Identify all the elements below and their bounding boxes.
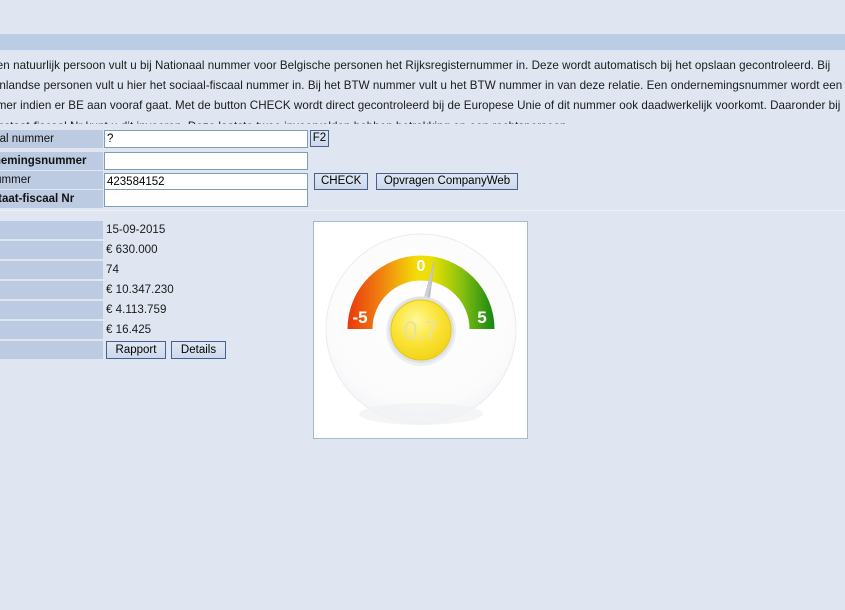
gauge-mid-label: 0 (417, 258, 426, 275)
description-text: Bij een natuurlijk persoon vult u bij Na… (0, 59, 845, 124)
input-ondernemingsnummer[interactable] (104, 152, 308, 170)
table-row: € 16.425 (0, 321, 300, 341)
header-divider-band (0, 34, 845, 50)
row-value-amount-4: € 16.425 (106, 323, 152, 336)
table-row: € 630.000 (0, 241, 300, 261)
f2-lookup-button[interactable]: F2 (310, 130, 329, 147)
table-row: € 10.347.230 (0, 281, 300, 301)
financial-data-table: 15-09-2015 € 630.000 74 € 10.347.230 € 4… (0, 221, 300, 361)
section-separator (0, 210, 845, 211)
row-value-amount-2: € 10.347.230 (106, 283, 174, 296)
row-label-cell (0, 261, 103, 279)
form-row-btw-nummer: BTW nummer CHECK Opvragen CompanyWeb (0, 171, 845, 191)
label-nationaal-nummer: Nationaal nummer (0, 130, 103, 148)
score-gauge-panel: -5 5 0 0,7 (313, 221, 528, 439)
row-label-cell (0, 321, 103, 339)
table-row: 15-09-2015 (0, 221, 300, 241)
input-nationaal-nummer[interactable] (104, 130, 308, 148)
rapport-button[interactable]: Rapport (106, 341, 166, 359)
gauge-min-label: -5 (352, 308, 367, 327)
row-label-cell (0, 281, 103, 299)
gauge-value-text: 0,7 (404, 317, 439, 345)
page-root: Bij een natuurlijk persoon vult u bij Na… (0, 0, 845, 610)
score-gauge: -5 5 0 0,7 (325, 233, 517, 425)
check-button[interactable]: CHECK (314, 173, 368, 190)
input-woonstaat-fiscaal-nr[interactable] (104, 189, 308, 207)
table-row: € 4.113.759 (0, 301, 300, 321)
form-row-woonstaat-fiscaal-nr: Woonstaat-fiscaal Nr (0, 189, 845, 208)
row-value-amount-3: € 4.113.759 (106, 303, 167, 316)
details-button[interactable]: Details (171, 341, 226, 359)
gauge-base-shadow (359, 403, 483, 425)
row-label-cell (0, 221, 103, 239)
form-row-ondernemingsnummer: Ondernemingsnummer (0, 152, 845, 170)
label-ondernemingsnummer: Ondernemingsnummer (0, 152, 103, 170)
description-panel: Bij een natuurlijk persoon vult u bij Na… (0, 56, 845, 124)
row-value-date: 15-09-2015 (106, 223, 166, 236)
row-value-amount-1: € 630.000 (106, 243, 158, 256)
identification-form: Nationaal nummer F2 Ondernemingsnummer B… (0, 130, 845, 210)
row-label-cell (0, 241, 103, 259)
label-btw-nummer: BTW nummer (0, 171, 103, 189)
form-row-nationaal-nummer: Nationaal nummer F2 (0, 130, 845, 148)
row-label-cell (0, 301, 103, 319)
row-value-count: 74 (106, 263, 119, 276)
gauge-max-label: 5 (477, 308, 486, 327)
table-row: 74 (0, 261, 300, 281)
table-row-actions: Rapport Details (0, 341, 300, 361)
row-label-cell (0, 341, 103, 359)
label-woonstaat-fiscaal-nr: Woonstaat-fiscaal Nr (0, 190, 103, 208)
opvragen-companyweb-button[interactable]: Opvragen CompanyWeb (376, 173, 518, 190)
